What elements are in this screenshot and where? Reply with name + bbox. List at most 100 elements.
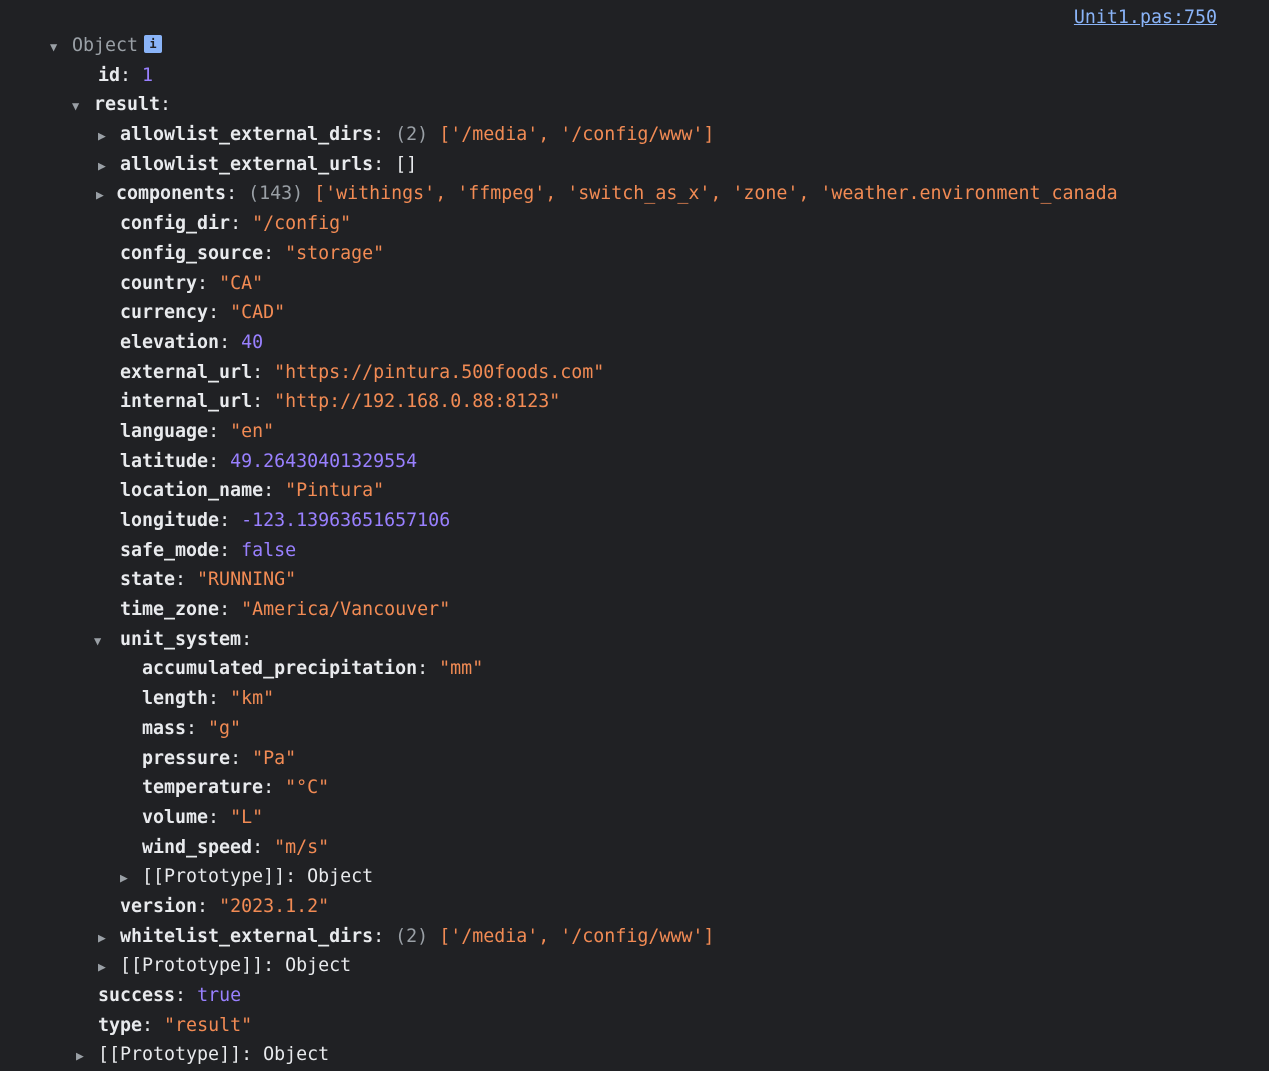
property-key: config_dir xyxy=(120,213,231,235)
property-value: "/config" xyxy=(252,213,352,235)
property-key: temperature xyxy=(142,777,264,799)
property-key: success xyxy=(98,985,176,1006)
expand-triangle-down-icon[interactable]: ▼ xyxy=(72,92,94,120)
property-value: "https://pintura.500foods.com" xyxy=(274,361,605,383)
array-count: (2) xyxy=(395,124,429,146)
config-source-row: config_source: "storage" xyxy=(120,242,385,264)
property-key: country xyxy=(120,272,198,294)
property-value: 49.26430401329554 xyxy=(230,450,418,472)
root-object-label: Object xyxy=(72,35,139,56)
unit-system-prototype-row[interactable]: ▶ [[Prototype]]: Object xyxy=(0,862,1269,892)
property-value: "km" xyxy=(230,688,275,710)
property-value: "storage" xyxy=(285,242,385,264)
collapse-triangle-right-icon[interactable]: ▶ xyxy=(120,864,142,892)
property-value: false xyxy=(241,539,297,561)
array-preview: [] xyxy=(395,153,418,175)
array-count: (2) xyxy=(395,925,429,947)
property-key: elevation xyxy=(120,331,220,353)
property-key: version xyxy=(120,895,198,917)
property-value: "CA" xyxy=(219,272,264,294)
root-prototype-row[interactable]: ▶ [[Prototype]]: Object xyxy=(0,1040,1269,1070)
collapse-triangle-right-icon[interactable]: ▶ xyxy=(98,122,120,150)
prototype-key: [[Prototype]] xyxy=(98,1044,242,1066)
prototype-value: Object xyxy=(263,1044,330,1066)
property-value: "result" xyxy=(164,1014,253,1036)
longitude-row: longitude: -123.13963651657106 xyxy=(120,510,451,531)
property-value: true xyxy=(197,985,242,1006)
property-key: longitude xyxy=(120,510,220,531)
expand-triangle-down-icon[interactable]: ▼ xyxy=(94,627,120,655)
property-value: "http://192.168.0.88:8123" xyxy=(274,391,561,413)
property-value: "°C" xyxy=(285,777,330,799)
property-value: "mm" xyxy=(439,658,484,680)
collapse-triangle-right-icon[interactable]: ▶ xyxy=(98,924,120,952)
property-value: "RUNNING" xyxy=(197,569,297,591)
state-row: state: "RUNNING" xyxy=(120,569,297,591)
internal-url-row: internal_url: "http://192.168.0.88:8123" xyxy=(120,391,561,413)
property-value: -123.13963651657106 xyxy=(241,510,451,531)
property-key: safe_mode xyxy=(120,539,220,561)
info-icon[interactable]: i xyxy=(144,35,163,53)
property-key: allowlist_external_dirs xyxy=(120,124,374,146)
unit-length-row: length: "km" xyxy=(142,688,275,710)
result-prototype-row[interactable]: ▶ [[Prototype]]: Object xyxy=(0,951,1269,981)
property-value: 1 xyxy=(142,64,154,86)
array-preview: ['/media', '/config/www'] xyxy=(439,124,715,146)
country-row: country: "CA" xyxy=(120,272,264,294)
collapse-triangle-right-icon[interactable]: ▶ xyxy=(76,1042,98,1070)
source-link[interactable]: Unit1.pas:750 xyxy=(1074,6,1217,30)
latitude-row: latitude: 49.26430401329554 xyxy=(120,450,418,472)
root-object-row[interactable]: ▼ Object i xyxy=(0,31,1269,61)
expand-triangle-down-icon[interactable]: ▼ xyxy=(50,33,72,61)
unit-mass-row: mass: "g" xyxy=(142,717,242,739)
property-key: volume xyxy=(142,806,209,828)
language-row: language: "en" xyxy=(120,420,275,442)
property-key: wind_speed xyxy=(142,836,253,858)
property-key: accumulated_precipitation xyxy=(142,658,418,680)
whitelist-external-dirs-row[interactable]: ▶ whitelist_external_dirs: (2) ['/media',… xyxy=(0,922,1269,952)
property-value: "m/s" xyxy=(274,836,330,858)
property-key: time_zone xyxy=(120,599,220,621)
console-object-tree: ▼ Object i id: 1 ▼ result: ▶ allowlist_exter… xyxy=(0,31,1269,1070)
safe-mode-row: safe_mode: false xyxy=(120,539,297,561)
version-row: version: "2023.1.2" xyxy=(120,895,330,917)
result-row[interactable]: ▼ result: xyxy=(0,90,1269,120)
collapse-triangle-right-icon[interactable]: ▶ xyxy=(96,181,116,209)
property-key: components xyxy=(116,183,227,205)
prototype-value: Object xyxy=(285,955,352,977)
property-value: "en" xyxy=(230,420,275,442)
property-value: "g" xyxy=(208,717,242,739)
property-key: type xyxy=(98,1014,143,1036)
prototype-value: Object xyxy=(307,866,374,888)
prototype-key: [[Prototype]] xyxy=(142,866,286,888)
components-row[interactable]: ▶ components: (143) ['withings', 'ffmpeg'… xyxy=(0,179,1269,209)
property-key: id xyxy=(98,64,121,86)
time-zone-row: time_zone: "America/Vancouver" xyxy=(120,599,451,621)
property-key: location_name xyxy=(120,480,264,502)
currency-row: currency: "CAD" xyxy=(120,302,286,324)
unit-system-row[interactable]: ▼ unit_system: xyxy=(0,625,1269,655)
property-key: currency xyxy=(120,302,209,324)
location-name-row: location_name: "Pintura" xyxy=(120,480,385,502)
collapse-triangle-right-icon[interactable]: ▶ xyxy=(98,953,120,981)
property-key: mass xyxy=(142,717,187,739)
unit-pressure-row: pressure: "Pa" xyxy=(142,747,297,769)
property-value: "America/Vancouver" xyxy=(241,599,451,621)
array-preview: ['/media', '/config/www'] xyxy=(439,925,715,947)
property-value: "Pa" xyxy=(252,747,297,769)
unit-accumulated-precipitation-row: accumulated_precipitation: "mm" xyxy=(142,658,484,680)
property-key: result xyxy=(94,94,161,116)
property-key: latitude xyxy=(120,450,209,472)
property-value: "CAD" xyxy=(230,302,286,324)
allowlist-external-urls-row[interactable]: ▶ allowlist_external_urls: [] xyxy=(0,150,1269,180)
external-url-row: external_url: "https://pintura.500foods.… xyxy=(120,361,605,383)
allowlist-external-dirs-row[interactable]: ▶ allowlist_external_dirs: (2) ['/media',… xyxy=(0,120,1269,150)
collapse-triangle-right-icon[interactable]: ▶ xyxy=(98,152,120,180)
property-value: 40 xyxy=(241,331,264,353)
property-key: length xyxy=(142,688,209,710)
unit-wind-speed-row: wind_speed: "m/s" xyxy=(142,836,330,858)
property-key: config_source xyxy=(120,242,264,264)
property-value: "2023.1.2" xyxy=(219,895,330,917)
property-key: internal_url xyxy=(120,391,253,413)
property-key: language xyxy=(120,420,209,442)
